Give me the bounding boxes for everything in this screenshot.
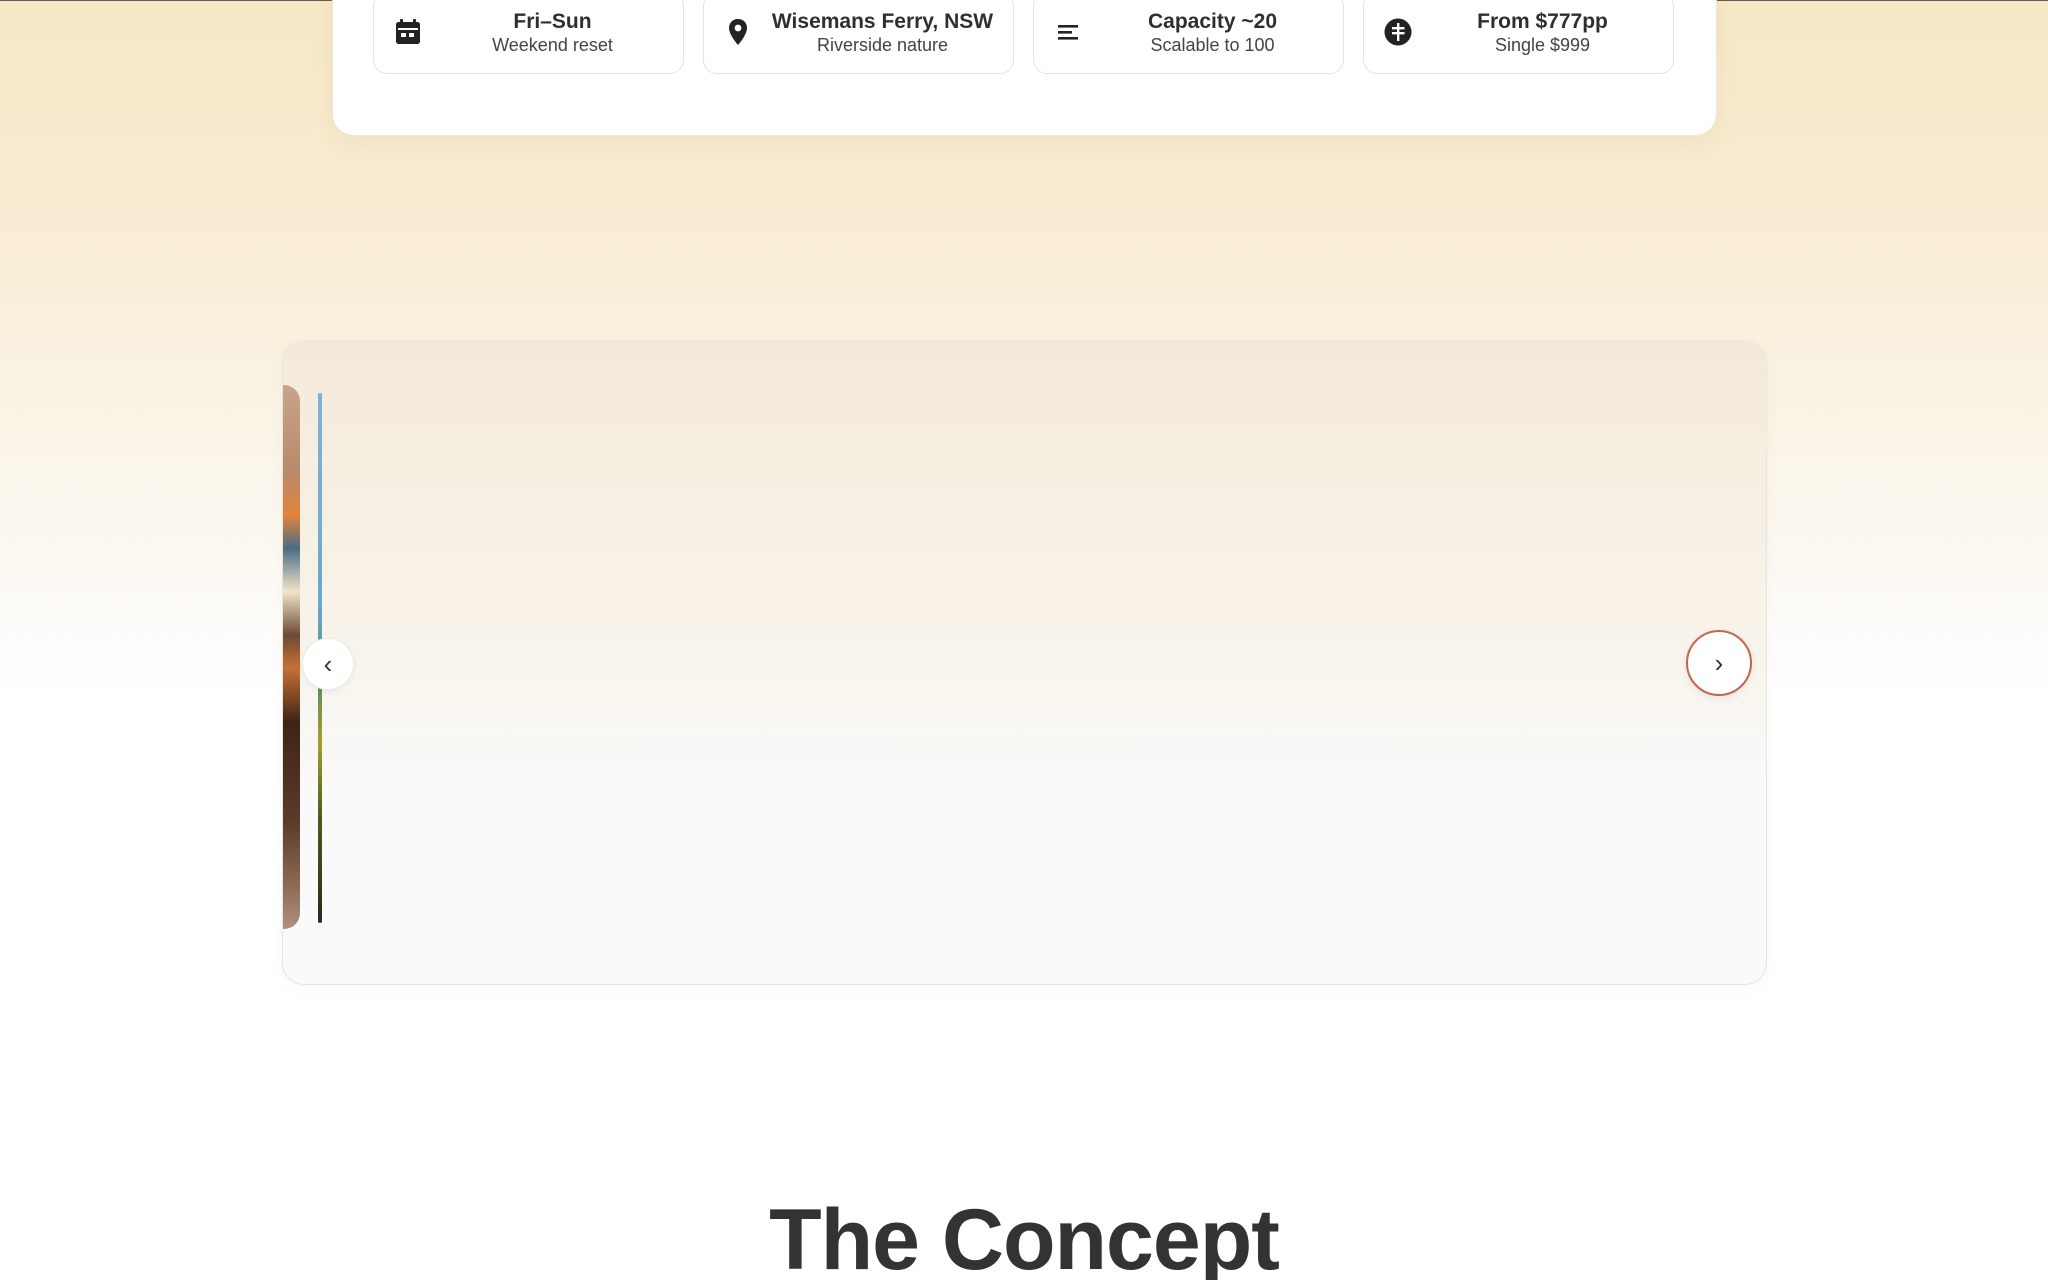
chevron-right-icon: › bbox=[1714, 647, 1724, 678]
location-pin-icon bbox=[723, 17, 753, 47]
info-card-subtitle: Weekend reset bbox=[492, 35, 613, 55]
info-card-texts: Fri–Sun Weekend reset bbox=[432, 10, 673, 56]
carousel-next-button[interactable]: › bbox=[1686, 630, 1752, 696]
calendar-icon bbox=[393, 17, 423, 47]
info-card-texts: Wisemans Ferry, NSW Riverside nature bbox=[762, 10, 1003, 56]
chevron-left-icon: ‹ bbox=[323, 648, 333, 679]
info-card-texts: Capacity ~20 Scalable to 100 bbox=[1092, 10, 1333, 56]
info-card-title: Fri–Sun bbox=[513, 10, 592, 33]
carousel-prev-button[interactable]: ‹ bbox=[302, 638, 354, 690]
info-card-subtitle: Scalable to 100 bbox=[1150, 35, 1275, 55]
carousel-slide-image[interactable] bbox=[283, 385, 300, 929]
info-card-title: From $777pp bbox=[1477, 10, 1608, 33]
info-card-dates: Fri–Sun Weekend reset bbox=[373, 0, 684, 74]
lines-icon bbox=[1053, 17, 1083, 47]
info-card-subtitle: Single $999 bbox=[1494, 35, 1591, 55]
info-card-capacity: Capacity ~20 Scalable to 100 bbox=[1033, 0, 1344, 74]
dollar-icon bbox=[1383, 17, 1413, 47]
info-card-price: From $777pp Single $999 bbox=[1363, 0, 1674, 74]
info-card-title: Capacity ~20 bbox=[1148, 10, 1277, 33]
concept-heading: The Concept bbox=[769, 1192, 1280, 1280]
info-card-title: Wisemans Ferry, NSW bbox=[771, 10, 994, 33]
info-card-texts: From $777pp Single $999 bbox=[1422, 10, 1663, 56]
info-card-location: Wisemans Ferry, NSW Riverside nature bbox=[703, 0, 1014, 74]
image-carousel[interactable] bbox=[282, 341, 1767, 985]
event-info-panel: Fri–Sun Weekend reset Wisemans Ferry, NS… bbox=[332, 0, 1717, 136]
info-card-subtitle: Riverside nature bbox=[816, 35, 949, 55]
